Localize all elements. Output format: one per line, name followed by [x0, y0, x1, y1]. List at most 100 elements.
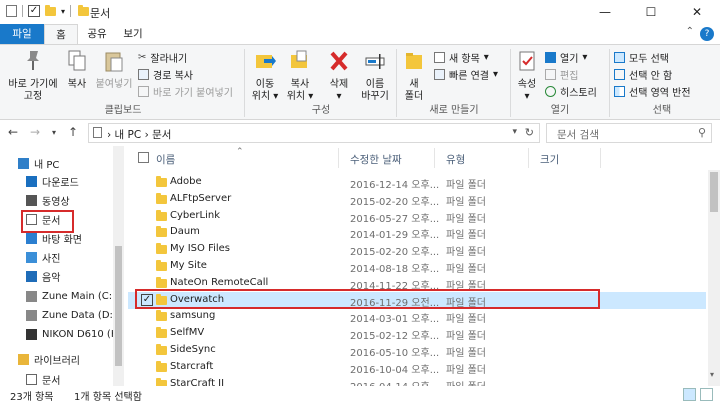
document-icon [26, 373, 37, 385]
forward-arrow-icon[interactable]: → [30, 125, 40, 139]
checkbox-quick-icon[interactable]: ✓ [28, 5, 40, 17]
search-box[interactable]: 문서 검색 ⚲ [546, 123, 712, 143]
copy-to-icon [291, 50, 307, 68]
refresh-icon[interactable]: ↻ [525, 126, 534, 139]
folder-icon [156, 176, 167, 187]
back-arrow-icon[interactable]: ← [8, 125, 18, 139]
copy-path-icon [138, 69, 149, 80]
move-to-button[interactable]: 이동 위치 ▾ [248, 49, 282, 103]
table-row[interactable]: My Site 2014-08-18 오후... 파일 폴더 [128, 258, 706, 275]
desktop-icon [26, 232, 37, 244]
column-name[interactable]: 이름 [156, 152, 175, 167]
collapse-ribbon-icon[interactable]: ⌃ [686, 26, 694, 37]
file-name: My ISO Files [170, 243, 231, 255]
new-folder-button[interactable]: 새 폴더 [400, 49, 428, 103]
table-row[interactable]: samsung 2014-03-01 오후... 파일 폴더 [128, 308, 706, 325]
table-row[interactable]: SelfMV 2015-02-12 오후... 파일 폴더 [128, 325, 706, 342]
address-bar[interactable]: › 내 PC › 문서 ▾ ↻ [88, 123, 540, 143]
search-icon[interactable]: ⚲ [698, 126, 706, 139]
copy-to-button[interactable]: 복사 위치 ▾ [283, 49, 317, 103]
table-row[interactable]: CyberLink 2016-05-27 오후... 파일 폴더 [128, 208, 706, 225]
folder-icon [156, 310, 167, 322]
file-type: 파일 폴더 [446, 331, 486, 343]
edit-button[interactable]: 편집 [545, 67, 578, 82]
large-icons-view-icon[interactable] [700, 388, 713, 401]
address-dropdown-icon[interactable]: ▾ [512, 127, 517, 137]
customize-dropdown-icon[interactable]: ▾ [61, 7, 65, 16]
scroll-down-icon[interactable]: ▾ [710, 370, 714, 379]
breadcrumb-pc[interactable]: 내 PC [115, 129, 142, 141]
pin-icon [27, 51, 39, 70]
breadcrumb-documents[interactable]: 문서 [152, 129, 171, 141]
new-item-button[interactable]: 새 항목 ▾ [434, 50, 489, 65]
tab-share[interactable]: 공유 [80, 24, 114, 44]
properties-quick-icon[interactable] [6, 5, 17, 17]
up-arrow-icon[interactable]: ↑ [68, 125, 78, 139]
file-date: 2015-02-12 오후... [350, 331, 440, 343]
details-view-icon[interactable] [683, 388, 696, 401]
navigation-pane: 내 PC 다운로드 동영상 문서 바탕 화면 사진 음악 Zune Main (C:) Zune… [0, 146, 124, 387]
copy-button[interactable]: 복사 [62, 49, 92, 91]
table-row[interactable]: Daum 2014-01-29 오후... 파일 폴더 [128, 224, 706, 241]
tab-home[interactable]: 홈 [44, 24, 78, 44]
file-date: 2014-01-29 오후... [350, 230, 440, 242]
clipboard-group-label: 클립보드 [104, 105, 142, 116]
move-to-icon [256, 55, 276, 68]
path-document-icon [93, 127, 102, 138]
delete-icon [330, 51, 348, 71]
ribbon: 바로 가기에 고정 복사 붙여넣기 ✂ 잘라내기 경로 복사 바로 가기 붙여넣… [0, 44, 720, 120]
edit-icon [545, 69, 556, 80]
search-placeholder: 문서 검색 [557, 129, 599, 141]
music-icon [26, 270, 37, 282]
tab-view[interactable]: 보기 [116, 24, 150, 44]
delete-button[interactable]: 삭제 ▾ [322, 49, 356, 103]
window-title: 문서 [90, 7, 111, 20]
new-folder-quick-icon[interactable] [45, 4, 56, 16]
select-none-button[interactable]: 선택 안 함 [614, 67, 672, 82]
properties-button[interactable]: 속성 ▾ [513, 49, 541, 103]
help-icon[interactable]: ? [700, 27, 714, 41]
cut-button[interactable]: ✂ 잘라내기 [138, 50, 187, 65]
table-row[interactable]: My ISO Files 2015-02-20 오후... 파일 폴더 [128, 241, 706, 258]
easy-access-button[interactable]: 빠른 연결 ▾ [434, 67, 498, 82]
open-icon [545, 52, 556, 63]
table-row[interactable]: Starcraft 2016-10-04 오후... 파일 폴더 [128, 359, 706, 376]
select-all-checkbox[interactable] [138, 152, 149, 163]
column-type[interactable]: 유형 [446, 152, 465, 167]
folder-icon [156, 226, 167, 238]
recent-dropdown-icon[interactable]: ▾ [52, 128, 56, 137]
close-button[interactable]: ✕ [674, 0, 720, 24]
file-type: 파일 폴더 [446, 213, 486, 225]
rename-button[interactable]: 이름 바꾸기 [357, 49, 393, 103]
table-row[interactable]: Adobe 2016-12-14 오후... 파일 폴더 [128, 174, 706, 191]
select-all-button[interactable]: 모두 선택 [614, 50, 669, 65]
file-date: 2016-10-04 오후... [350, 364, 440, 376]
highlight-box-overwatch [135, 289, 600, 309]
minimize-button[interactable]: — [582, 0, 628, 24]
drive-icon [26, 290, 37, 302]
tab-file[interactable]: 파일 [0, 24, 44, 44]
list-scroll-thumb[interactable] [710, 172, 718, 212]
paste-shortcut-button[interactable]: 바로 가기 붙여넣기 [138, 84, 233, 99]
file-name: NateOn RemoteCall [170, 276, 269, 288]
status-bar: 23개 항목 1개 항목 선택함 [0, 386, 720, 404]
column-size[interactable]: 크기 [540, 152, 559, 167]
folder-icon [156, 209, 167, 221]
open-button[interactable]: 열기 ▾ [545, 50, 587, 65]
table-row[interactable]: SideSync 2016-05-10 오후... 파일 폴더 [128, 342, 706, 359]
file-date: 2016-05-10 오후... [350, 348, 440, 359]
paste-icon [105, 52, 123, 72]
file-type: 파일 폴더 [446, 364, 486, 376]
drive-icon [26, 309, 37, 321]
pin-quick-access-button[interactable]: 바로 가기에 고정 [4, 49, 62, 103]
copy-path-button[interactable]: 경로 복사 [138, 67, 193, 82]
maximize-button[interactable]: ☐ [628, 0, 674, 24]
nav-scroll-thumb[interactable] [115, 246, 122, 366]
invert-selection-button[interactable]: 선택 영역 반전 [614, 84, 691, 99]
column-date[interactable]: 수정한 날짜 [350, 152, 402, 167]
folder-icon [156, 344, 167, 355]
table-row[interactable]: ALFtpServer 2015-02-20 오후... 파일 폴더 [128, 191, 706, 208]
file-name: SideSync [170, 344, 216, 355]
history-button[interactable]: 히스토리 [545, 84, 597, 99]
paste-button[interactable]: 붙여넣기 [94, 49, 134, 91]
